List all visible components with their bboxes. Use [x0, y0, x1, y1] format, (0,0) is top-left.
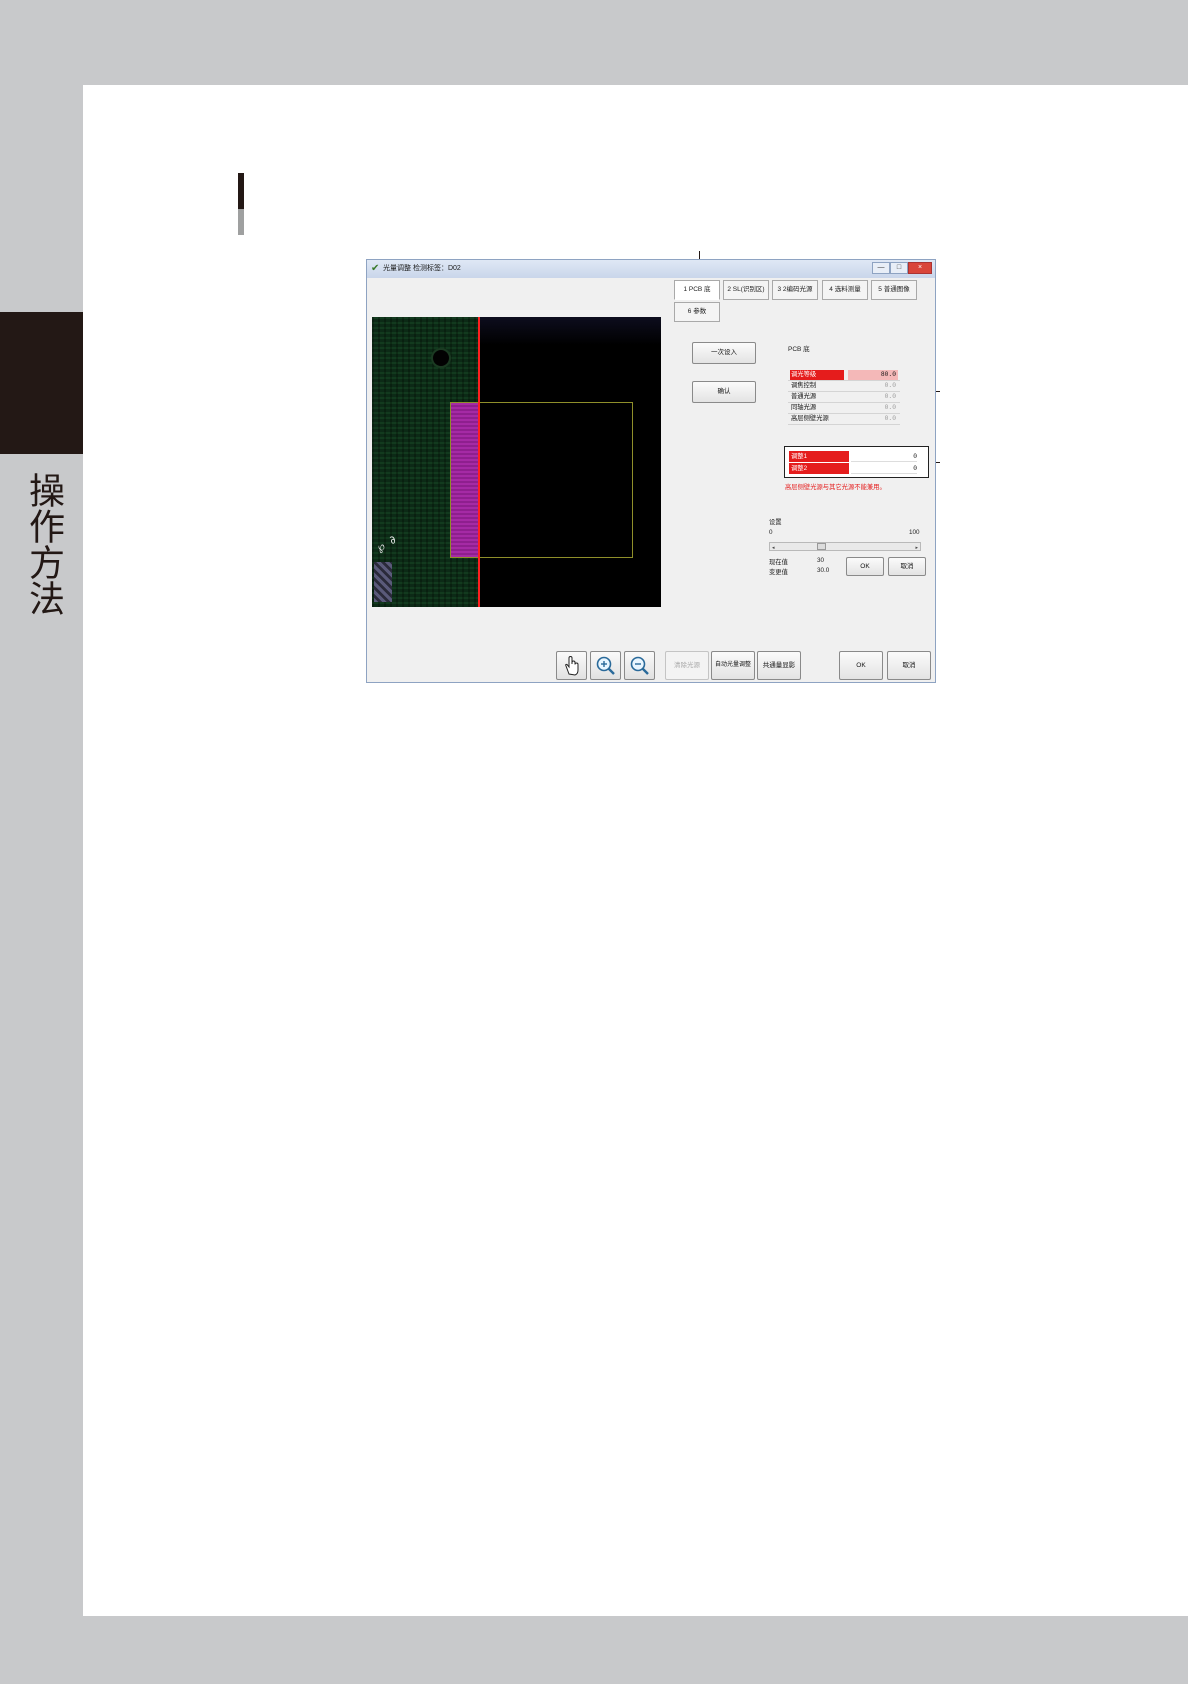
- close-button[interactable]: ×: [908, 262, 932, 274]
- param-value: 0.0: [884, 404, 896, 411]
- ok-button[interactable]: OK: [839, 651, 883, 680]
- maximize-button[interactable]: □: [890, 262, 908, 274]
- confirm-button[interactable]: 确认: [692, 381, 756, 403]
- adjust-value: 0: [851, 463, 917, 474]
- param-label: 高层侧壁光源: [791, 415, 829, 422]
- param-label: 调焦控制: [791, 382, 817, 389]
- chapter-tab: [0, 312, 83, 454]
- scan-line: [478, 317, 480, 607]
- tab-code-light[interactable]: 3 2编码光源: [772, 280, 818, 300]
- param-row[interactable]: 普通光源 0.0: [788, 392, 900, 403]
- title-bar: ✔ 光量调整 检测标签：D02 — □ ×: [367, 260, 935, 278]
- adjust-value: 0: [851, 451, 917, 462]
- param-row[interactable]: 高层侧壁光源 0.0: [788, 414, 900, 425]
- heading-marker: [238, 173, 244, 209]
- pan-tool-button[interactable]: [556, 651, 587, 680]
- current-label: 现在值: [769, 559, 788, 566]
- slider-max: 100: [909, 529, 920, 536]
- slider-title: 设置: [769, 519, 782, 526]
- param-row[interactable]: 调光等级 80.0: [788, 370, 900, 381]
- set-all-button[interactable]: 一次设入: [692, 342, 756, 364]
- camera-view[interactable]: ℘ ∂: [372, 317, 661, 607]
- adjust-box: 调整1 0 调整2 0: [784, 446, 929, 478]
- adjust-row[interactable]: 调整1 0: [789, 451, 919, 463]
- pcb-hatch: [374, 562, 392, 602]
- slider-cancel-button[interactable]: 取消: [888, 557, 926, 576]
- param-group-title: PCB 底: [788, 346, 810, 353]
- adjust-row[interactable]: 调整2 0: [789, 463, 919, 475]
- slider-left-arrow-icon[interactable]: ◂: [772, 545, 775, 551]
- window-title: 光量调整 检测标签：D02: [383, 265, 461, 272]
- param-value: 0.0: [884, 382, 896, 389]
- auto-adjust-button[interactable]: 自动光量调整: [711, 651, 755, 680]
- param-row[interactable]: 调焦控制 0.0: [788, 381, 900, 392]
- zoom-out-icon: [630, 656, 649, 675]
- slider-thumb[interactable]: [817, 543, 827, 550]
- hand-pointer-icon: [565, 655, 579, 676]
- zoom-in-button[interactable]: [590, 651, 621, 680]
- pcb-hole: [431, 348, 451, 368]
- tab-part-measure[interactable]: 4 选料测量: [822, 280, 868, 300]
- app-icon: ✔: [371, 263, 380, 274]
- slider-ok-button[interactable]: OK: [846, 557, 884, 576]
- param-row[interactable]: 同轴光源 0.0: [788, 403, 900, 414]
- param-label: 调光等级: [790, 370, 844, 380]
- tab-pcb-base[interactable]: 1 PCB 底: [674, 280, 720, 300]
- param-value: 0.0: [884, 415, 896, 422]
- cancel-button[interactable]: 取消: [887, 651, 931, 680]
- pcb-edge-band: [478, 317, 661, 345]
- zoom-out-button[interactable]: [624, 651, 655, 680]
- param-label: 普通光源: [791, 393, 817, 400]
- warning-text: 高层侧壁光源与其它光源不能兼用。: [785, 484, 886, 491]
- slider-right-arrow-icon[interactable]: ▸: [915, 545, 918, 551]
- zoom-in-icon: [596, 656, 615, 675]
- param-list: 调光等级 80.0 调焦控制 0.0 普通光源 0.0 同轴光源 0.0 高层侧…: [788, 370, 900, 425]
- param-value: 0.0: [884, 393, 896, 400]
- param-value: 80.0: [848, 370, 898, 380]
- adjust-label: 调整1: [789, 451, 849, 462]
- light-slider[interactable]: ◂ ▸: [769, 542, 921, 551]
- changed-value: 30.0: [817, 567, 830, 574]
- param-label: 同轴光源: [791, 404, 817, 411]
- clear-light-button[interactable]: 清除光源: [665, 651, 709, 680]
- tab-sl-area[interactable]: 2 SL(识别区): [723, 280, 769, 300]
- tab-params[interactable]: 6 参数: [674, 302, 720, 322]
- changed-label: 变更值: [769, 569, 788, 576]
- single-light-button[interactable]: 共通量显影: [757, 651, 801, 680]
- minimize-button[interactable]: —: [872, 262, 890, 274]
- current-value: 30: [817, 557, 825, 564]
- tab-normal-image[interactable]: 5 普通图像: [871, 280, 917, 300]
- light-adjust-window: ✔ 光量调整 检测标签：D02 — □ × 1 PCB 底 2 SL(识别区) …: [366, 259, 936, 683]
- adjust-label: 调整2: [789, 463, 849, 474]
- heading-marker-shadow: [238, 209, 244, 235]
- chapter-label: 操作方法: [23, 472, 64, 616]
- slider-min: 0: [769, 529, 773, 536]
